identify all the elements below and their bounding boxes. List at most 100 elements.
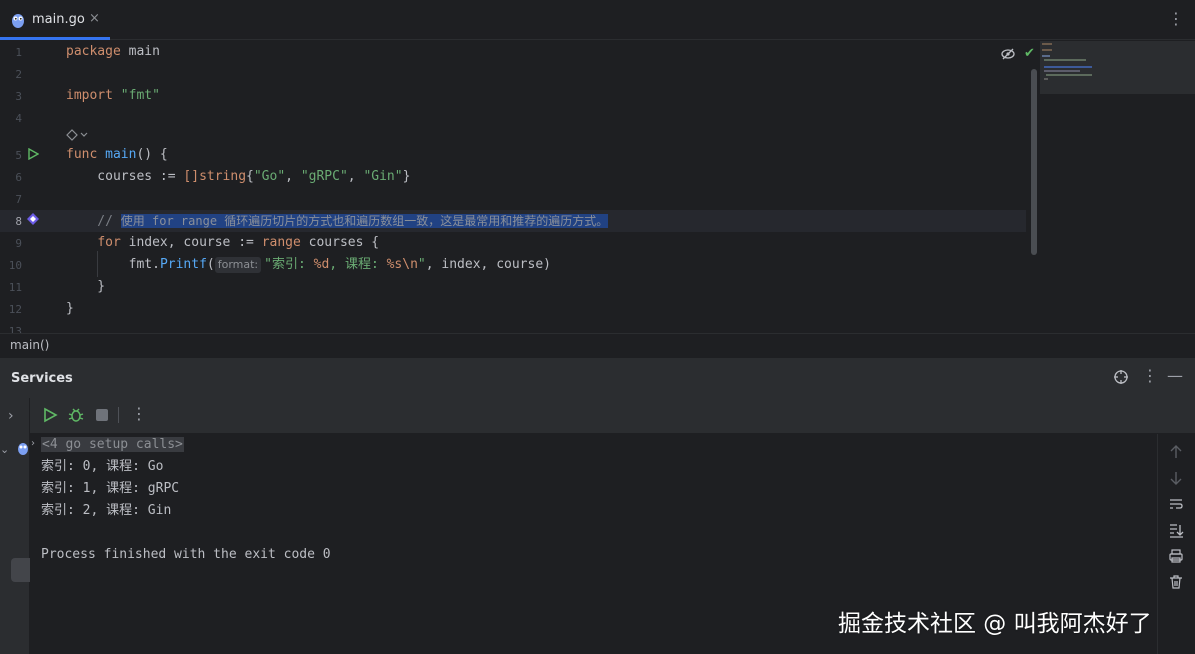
trash-icon[interactable] [1168, 574, 1184, 590]
line-number: 4 [15, 112, 22, 125]
tab-close-icon[interactable]: × [89, 11, 100, 26]
string: "gRPC" [300, 169, 348, 184]
code-text: , index, course) [425, 257, 551, 272]
arrow-down-icon[interactable] [1168, 470, 1184, 486]
folded-setup-calls[interactable]: <4 go setup calls> [41, 437, 184, 452]
watermark-text: 掘金技术社区 @ 叫我阿杰好了 [838, 611, 1152, 637]
print-icon[interactable] [1168, 548, 1184, 564]
punct: , [347, 169, 364, 184]
ai-assistant-gutter-icon[interactable] [26, 212, 40, 226]
line-number: 1 [15, 46, 22, 59]
string: "Gin" [363, 169, 403, 184]
soft-wrap-icon[interactable] [1168, 496, 1184, 512]
code-text: courses { [300, 235, 380, 250]
function-name: main [97, 147, 137, 162]
debug-icon[interactable] [67, 406, 85, 424]
minimize-icon[interactable]: — [1167, 366, 1183, 385]
punct: ( [206, 257, 215, 272]
line-number: 13 [8, 325, 22, 333]
chevron-right-icon[interactable]: › [8, 408, 14, 424]
services-toolbar: ⋮ [30, 398, 1195, 434]
run-icon[interactable] [41, 406, 59, 424]
line-number: 3 [15, 90, 22, 103]
code-line-comment: // 使用 for range 循环遍历切片的方式也和遍历数组一致，这是最常用和… [66, 211, 609, 231]
keyword: range [261, 235, 301, 250]
type-name: string [199, 169, 247, 184]
punct: () { [136, 147, 168, 162]
comment-prefix: // [66, 214, 121, 229]
string: "fmt" [112, 88, 160, 103]
breadcrumb[interactable]: main() [10, 338, 49, 352]
code-line: courses := []string{"Go", "gRPC", "Gin"} [66, 167, 410, 187]
code-line: import "fmt" [66, 86, 160, 106]
code-line: } [66, 299, 74, 319]
setup-calls-line[interactable]: <4 go setup calls> [41, 434, 184, 456]
tab-main-go[interactable]: main.go × [0, 0, 112, 40]
services-panel-header: Services ⋮ — [0, 358, 1195, 398]
arrow-up-icon[interactable] [1168, 444, 1184, 460]
string: "Go" [253, 169, 286, 184]
line-number: 12 [8, 303, 22, 316]
selected-comment-text[interactable]: 使用 for range 循环遍历切片的方式也和遍历数组一致，这是最常用和推荐的… [120, 214, 609, 228]
string: "索引: [264, 257, 314, 272]
breadcrumb-bar: main() [0, 333, 1195, 357]
inspection-ok-check-icon[interactable]: ✔ [1024, 46, 1035, 61]
run-gutter-icon[interactable] [27, 148, 39, 160]
format-verb: %s\n [386, 257, 418, 272]
parameter-hint: format: [214, 257, 262, 273]
code-minimap[interactable] [1040, 41, 1195, 94]
reader-mode-eye-icon[interactable] [1001, 48, 1015, 60]
line-number-active: 8 [15, 215, 22, 228]
crosshair-icon[interactable] [1113, 369, 1129, 385]
line-number: 7 [15, 193, 22, 206]
line-number: 5 [15, 149, 22, 162]
keyword: import [66, 88, 113, 103]
punct: { [246, 169, 254, 184]
code-text: courses := [66, 169, 184, 184]
more-vertical-icon[interactable]: ⋮ [131, 404, 147, 423]
services-title: Services [11, 371, 73, 386]
services-tree-panel [0, 398, 30, 654]
code-text: fmt. [128, 257, 160, 272]
string: , 课程: [329, 257, 387, 272]
go-run-config-icon[interactable] [17, 441, 29, 455]
brace: } [66, 279, 106, 294]
string: " [417, 257, 426, 272]
keyword: for [97, 235, 121, 250]
console-line-exit: Process finished with the exit code 0 [41, 547, 331, 562]
fold-chevron-icon[interactable]: › [31, 438, 35, 449]
stop-icon[interactable] [93, 406, 111, 424]
editor-tab-bar: main.go × ⋮ [0, 0, 1195, 40]
ai-inline-hint-icon[interactable] [66, 129, 88, 141]
selected-tree-item[interactable] [11, 558, 30, 582]
code-line: func main() { [66, 145, 168, 165]
code-editor[interactable]: 1 2 3 4 5 6 7 8 9 10 11 12 13 package ma… [0, 41, 1195, 333]
code-text: index, course := [120, 235, 262, 250]
punct: , [285, 169, 301, 184]
go-gopher-icon [12, 14, 24, 28]
line-number: 6 [15, 171, 22, 184]
identifier: main [120, 44, 160, 59]
more-vertical-icon[interactable]: ⋮ [1142, 366, 1158, 385]
function-name: Printf [159, 257, 207, 272]
chevron-down-icon[interactable]: ⌄ [0, 443, 9, 456]
tab-active-indicator [0, 37, 110, 40]
punct: [] [183, 169, 200, 184]
toolbar-separator [118, 407, 119, 423]
line-number: 9 [15, 237, 22, 250]
tab-label: main.go [32, 12, 85, 27]
console-line: 索引: 2, 课程: Gin [41, 503, 172, 518]
editor-vertical-scrollbar[interactable] [1031, 69, 1037, 255]
scroll-to-end-icon[interactable] [1168, 522, 1184, 538]
line-number: 10 [8, 259, 22, 272]
brace: } [66, 301, 74, 316]
console-line: 索引: 1, 课程: gRPC [41, 481, 180, 496]
code-line: package main [66, 42, 160, 62]
format-verb: %d [313, 257, 330, 272]
console-line: 索引: 0, 课程: Go [41, 459, 164, 474]
more-vertical-icon[interactable]: ⋮ [1168, 9, 1184, 28]
console-side-toolbar [1157, 434, 1195, 654]
keyword: func [66, 147, 98, 162]
